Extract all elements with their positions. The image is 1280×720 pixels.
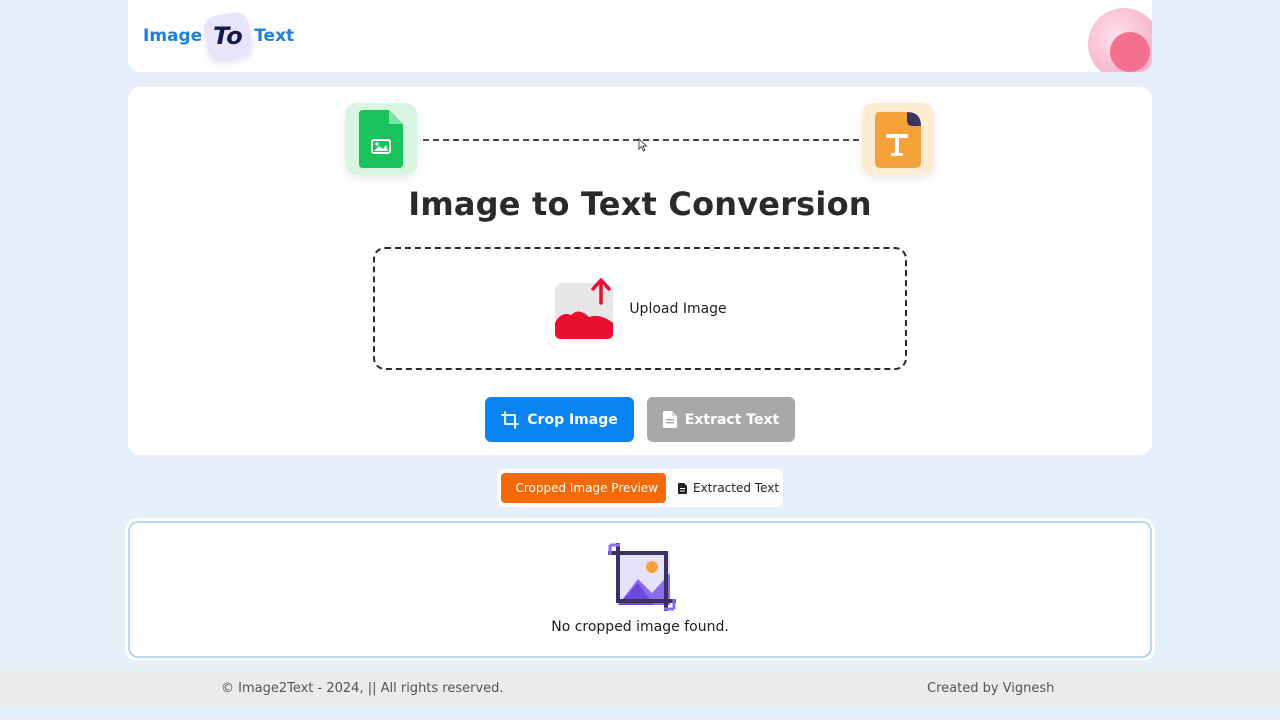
upload-image-icon — [555, 277, 614, 339]
header-bar: Image To Text — [128, 0, 1152, 72]
logo[interactable]: Image To Text — [143, 10, 295, 62]
text-file-tile — [862, 103, 934, 175]
mouse-cursor-icon — [638, 138, 648, 152]
copyright-text: © Image2Text - 2024, || All rights reser… — [221, 681, 504, 696]
crop-image-placeholder-icon — [608, 543, 676, 611]
tab-extracted-text[interactable]: Extracted Text — [670, 473, 787, 503]
text-file-icon — [875, 112, 921, 168]
document-icon — [662, 411, 677, 428]
page-title: Image to Text Conversion — [408, 185, 872, 223]
extract-text-label: Extract Text — [684, 411, 780, 428]
logo-badge-text: To — [213, 22, 244, 51]
author-credit: Created by Vignesh — [927, 681, 1055, 696]
decorative-circle — [1110, 32, 1150, 72]
upload-label: Upload Image — [629, 300, 727, 317]
crop-icon — [501, 410, 520, 429]
logo-word-text: Text — [254, 26, 295, 46]
document-icon — [678, 482, 687, 494]
footer: © Image2Text - 2024, || All rights reser… — [0, 671, 1280, 706]
crop-image-label: Crop Image — [527, 411, 618, 428]
logo-word-image: Image — [143, 26, 203, 46]
extract-text-button[interactable]: Extract Text — [647, 397, 795, 442]
upload-dropzone[interactable]: Upload Image — [373, 247, 907, 370]
preview-tabs: Cropped Image Preview Extracted Text — [497, 469, 783, 507]
crop-image-button[interactable]: Crop Image — [485, 397, 634, 442]
image-file-icon — [359, 110, 403, 168]
tab-label: Extracted Text — [693, 481, 780, 495]
preview-panel: No cropped image found. — [128, 521, 1152, 658]
tab-cropped-image-preview[interactable]: Cropped Image Preview — [501, 473, 666, 503]
converter-card: Image to Text Conversion Upload Image Cr… — [128, 87, 1152, 455]
empty-state-message: No cropped image found. — [551, 619, 729, 635]
tab-label: Cropped Image Preview — [515, 481, 658, 495]
image-file-tile — [345, 103, 417, 175]
logo-badge: To — [202, 10, 254, 62]
